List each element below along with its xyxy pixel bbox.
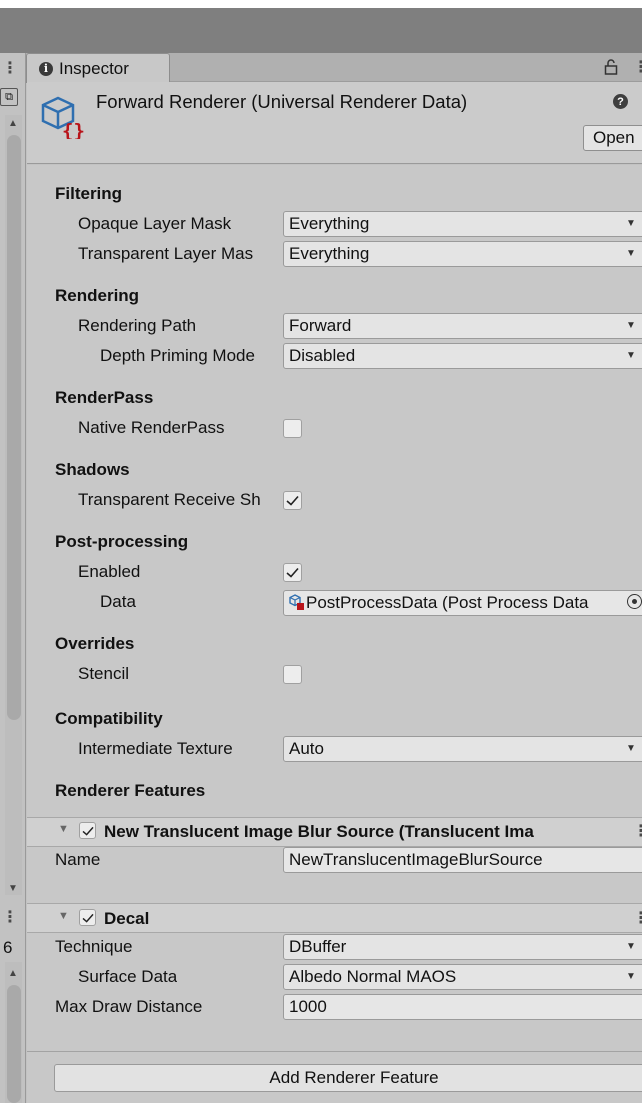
left-panel-menu-icon-2[interactable]: ⋮ [2,910,18,926]
stencil-checkbox[interactable] [283,665,302,684]
post-enabled-label: Enabled [78,562,141,581]
intermediate-texture-dropdown[interactable]: Auto ▼ [283,736,642,762]
svg-text:{}: {} [62,120,85,139]
section-filtering: Filtering [55,184,123,203]
surface-data-dropdown[interactable]: Albedo Normal MAOS ▼ [283,964,642,990]
native-renderpass-label: Native RenderPass [78,418,225,437]
left-panel-menu-icon[interactable]: ⋮ [2,61,18,77]
scroll-up-icon[interactable]: ▲ [8,118,18,129]
tab-inspector[interactable]: i Inspector [26,53,170,83]
chevron-down-icon: ▼ [626,971,636,982]
section-renderpass: RenderPass [55,388,154,407]
technique-value: DBuffer [289,937,347,956]
max-draw-distance-input[interactable]: 1000 [283,994,642,1020]
help-icon[interactable]: ? [613,94,628,109]
feature-blur-name-label: Name [55,850,101,869]
section-post-processing: Post-processing [55,532,189,551]
chevron-down-icon: ▼ [626,743,636,754]
intermediate-texture-value: Auto [289,739,324,758]
renderer-asset-icon: {} [40,95,88,144]
tab-inspector-label: Inspector [59,58,129,78]
post-data-value: PostProcessData (Post Process Data [306,593,589,612]
transparent-layer-mask-dropdown[interactable]: Everything ▼ [283,241,642,267]
section-renderer-features: Renderer Features [55,781,206,800]
feature-blur-menu-icon[interactable]: ⋮ [633,824,642,840]
opaque-layer-mask-dropdown[interactable]: Everything ▼ [283,211,642,237]
post-process-asset-icon [289,594,304,610]
asset-title: Forward Renderer (Universal Renderer Dat… [96,91,468,112]
window-top-edge [0,0,642,8]
depth-priming-mode-label: Depth Priming Mode [100,346,255,365]
panel-menu-icon[interactable]: ⋮ [633,60,642,76]
foldout-arrow-icon[interactable]: ▼ [58,823,69,835]
section-rendering: Rendering [55,286,140,305]
native-renderpass-checkbox[interactable] [283,419,302,438]
transparent-receive-shadows-label: Transparent Receive Sh [78,490,261,509]
rendering-path-value: Forward [289,316,352,335]
foldout-arrow-icon[interactable]: ▼ [58,910,69,922]
section-shadows: Shadows [55,460,130,479]
info-icon: i [39,61,53,76]
transparent-layer-mask-value: Everything [289,244,370,263]
window-title-bar [0,8,642,53]
scroll-up-icon-2[interactable]: ▲ [8,968,18,979]
technique-label: Technique [55,937,133,956]
checkmark-icon [286,567,299,578]
max-draw-distance-label: Max Draw Distance [55,997,203,1016]
open-button[interactable]: Open [583,125,642,151]
chevron-down-icon: ▼ [626,350,636,361]
feature-decal-title: Decal [104,909,150,928]
feature-blur-enabled-checkbox[interactable] [79,822,96,839]
checkmark-icon [82,826,94,836]
chevron-down-icon: ▼ [626,320,636,331]
section-overrides: Overrides [55,634,135,653]
left-scrollbar-thumb[interactable] [7,135,21,720]
surface-data-label: Surface Data [78,967,178,986]
left-panel-maximize-icon[interactable]: ⧉ [0,88,18,106]
depth-priming-mode-dropdown[interactable]: Disabled ▼ [283,343,642,369]
left-scrollbar-thumb-2[interactable] [7,985,21,1103]
checkmark-icon [82,913,94,923]
stencil-label: Stencil [78,664,130,683]
post-enabled-checkbox[interactable] [283,563,302,582]
left-panel-count: 6 [3,938,13,957]
rendering-path-dropdown[interactable]: Forward ▼ [283,313,642,339]
object-picker-icon[interactable] [627,594,642,609]
scroll-down-icon[interactable]: ▼ [8,883,18,894]
feature-blur-title: New Translucent Image Blur Source (Trans… [104,822,534,841]
rendering-path-label: Rendering Path [78,316,197,335]
depth-priming-mode-value: Disabled [289,346,356,365]
feature-blur-name-input[interactable]: NewTranslucentImageBlurSource [283,847,642,873]
post-data-label: Data [100,592,136,611]
surface-data-value: Albedo Normal MAOS [289,967,457,986]
section-compatibility: Compatibility [55,709,163,728]
opaque-layer-mask-label: Opaque Layer Mask [78,214,232,233]
transparent-layer-mask-label: Transparent Layer Mas [78,244,254,263]
intermediate-texture-label: Intermediate Texture [78,739,233,758]
post-data-object-field[interactable]: PostProcessData (Post Process Data [283,590,642,616]
chevron-down-icon: ▼ [626,248,636,259]
chevron-down-icon: ▼ [626,218,636,229]
transparent-receive-shadows-checkbox[interactable] [283,491,302,510]
add-renderer-feature-button[interactable]: Add Renderer Feature [54,1064,642,1092]
footer-divider [27,1051,642,1052]
technique-dropdown[interactable]: DBuffer ▼ [283,934,642,960]
lock-icon[interactable] [604,58,618,81]
opaque-layer-mask-value: Everything [289,214,370,233]
chevron-down-icon: ▼ [626,941,636,952]
feature-decal-menu-icon[interactable]: ⋮ [633,911,642,927]
checkmark-icon [286,495,299,506]
feature-decal-enabled-checkbox[interactable] [79,909,96,926]
